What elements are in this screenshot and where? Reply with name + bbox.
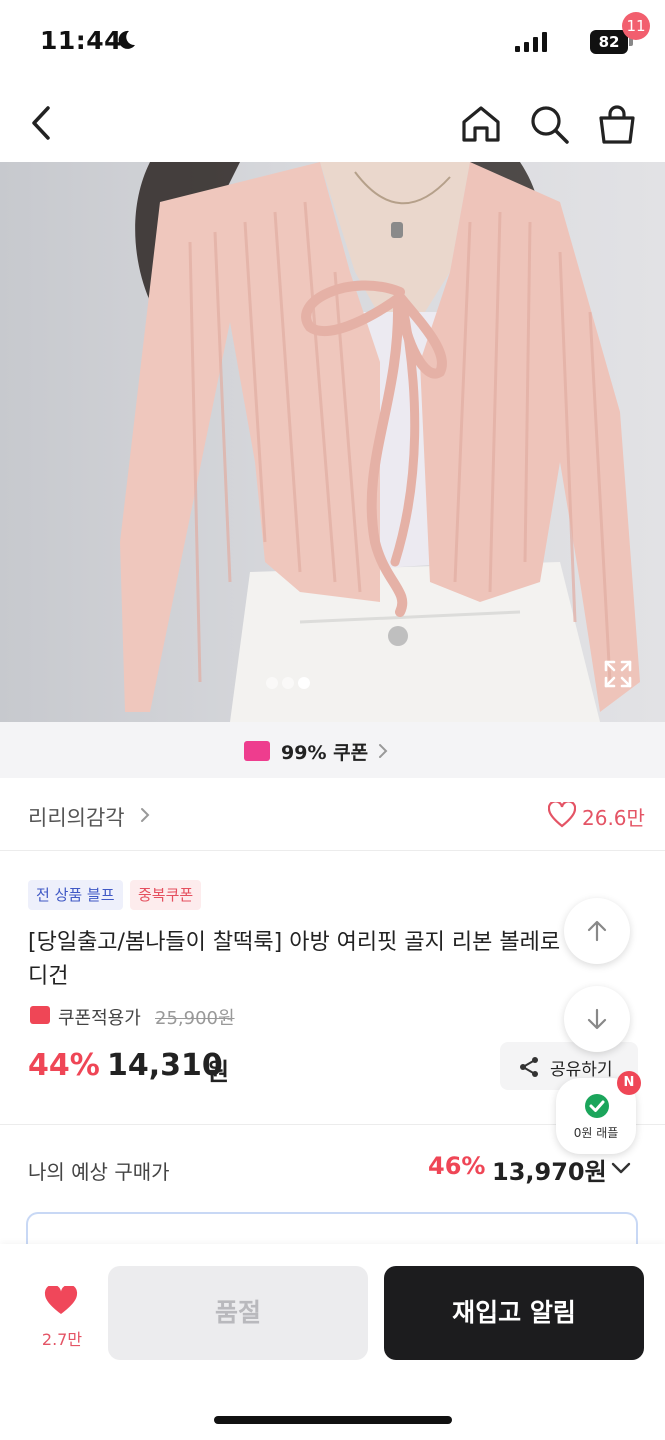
product-photo-illustration	[120, 162, 640, 722]
heart-filled-icon[interactable]	[44, 1286, 78, 1316]
chevron-right-icon	[379, 744, 388, 758]
arrow-up-icon	[587, 920, 607, 942]
original-price: 25,900원	[155, 1008, 235, 1029]
expand-icon[interactable]	[602, 658, 634, 690]
product-title: [당일출고/봄나들이 찰떡룩] 아방 여리핏 골지 리본 볼레로 가디건	[28, 930, 588, 989]
restock-alert-button[interactable]: 재입고 알림	[384, 1266, 644, 1360]
coupon-icon	[244, 741, 270, 761]
back-icon[interactable]	[24, 102, 60, 144]
check-badge-icon	[585, 1094, 609, 1118]
cart-icon[interactable]	[594, 102, 640, 148]
arrow-down-icon	[587, 1008, 607, 1030]
product-image[interactable]	[0, 162, 665, 722]
discount-rate: 44%	[28, 1048, 100, 1083]
gallery-dot-2[interactable]	[282, 677, 294, 689]
share-label: 공유하기	[550, 1060, 613, 1080]
status-time: 11:44	[40, 26, 123, 55]
estimated-price: 13,970원	[492, 1158, 607, 1186]
price-unit: 원	[207, 1058, 230, 1086]
gallery-dot-3[interactable]	[298, 677, 310, 689]
soldout-button: 품절	[108, 1266, 368, 1360]
tag-black-friday: 전 상품 블프	[28, 880, 123, 910]
chevron-right-icon	[141, 808, 150, 822]
new-badge: N	[617, 1071, 641, 1095]
tag-double-coupon: 중복쿠폰	[130, 880, 202, 910]
heart-outline-icon[interactable]	[548, 802, 576, 828]
chevron-down-icon[interactable]	[610, 1160, 632, 1176]
coupon-banner-text: 99% 쿠폰	[281, 742, 369, 764]
brand-name[interactable]: 리리의감각	[28, 802, 125, 832]
divider	[0, 850, 665, 851]
scroll-up-button[interactable]	[564, 898, 630, 964]
estimated-discount: 46%	[428, 1152, 486, 1180]
brand-like-count: 26.6만	[582, 806, 645, 830]
cart-badge: 11	[622, 12, 650, 40]
battery-level: 82	[590, 30, 628, 54]
moon-icon	[118, 30, 135, 49]
share-icon	[520, 1057, 538, 1077]
home-icon[interactable]	[458, 102, 504, 146]
nav-bar	[0, 84, 665, 162]
status-bar: 11:44 82	[0, 0, 665, 84]
wish-count: 2.7만	[41, 1330, 83, 1349]
signal-icon	[515, 32, 547, 52]
raffle-label: 0원 래플	[573, 1126, 619, 1140]
gallery-dot-1[interactable]	[266, 677, 278, 689]
scroll-down-button[interactable]	[564, 986, 630, 1052]
search-icon[interactable]	[526, 102, 572, 146]
estimated-price-label: 나의 예상 구매가	[28, 1160, 170, 1184]
sale-price: 14,310	[107, 1048, 223, 1083]
home-indicator	[214, 1416, 452, 1424]
coupon-price-label: 쿠폰적용가	[58, 1008, 141, 1029]
coupon-icon	[30, 1006, 50, 1024]
